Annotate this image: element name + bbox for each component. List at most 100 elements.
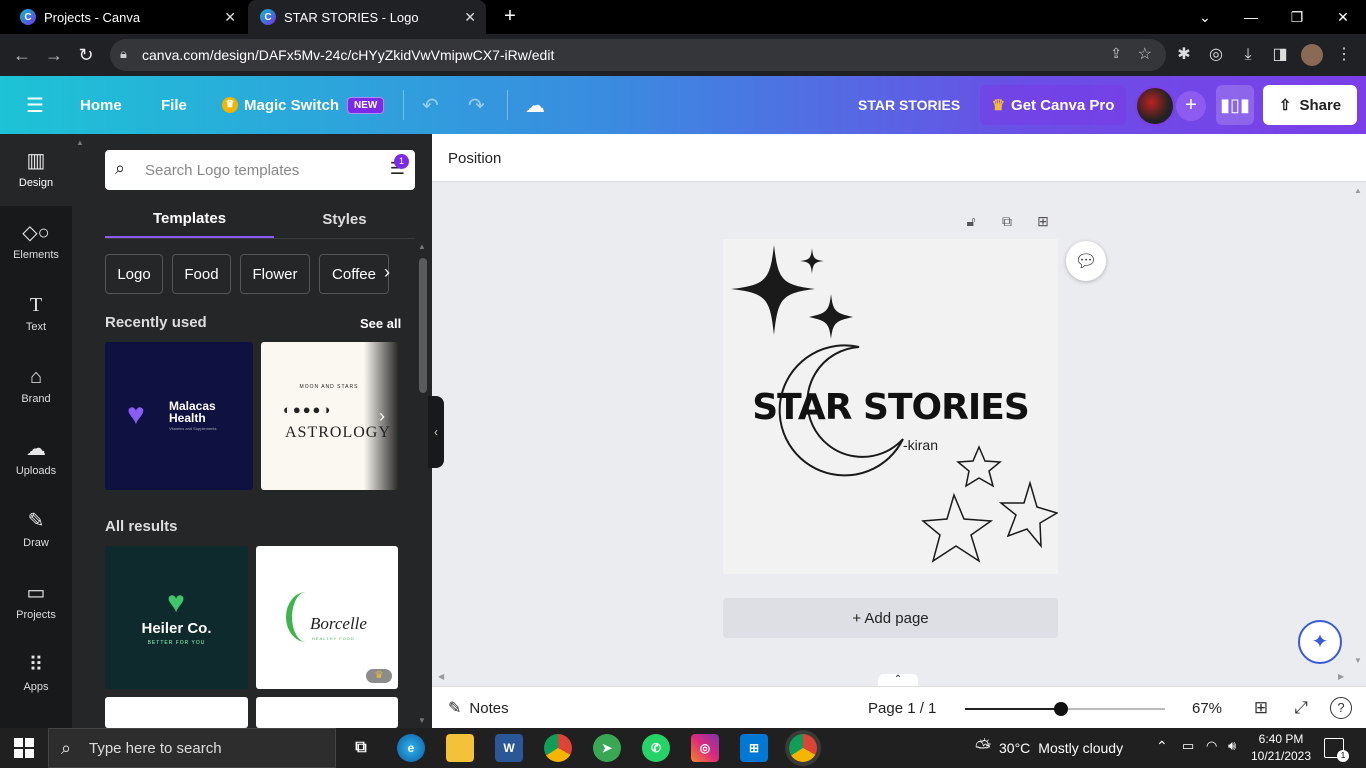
scroll-up-icon[interactable]: ▲ — [76, 138, 84, 147]
sidebar-item-apps[interactable]: ⠿ Apps — [0, 638, 72, 710]
sidebar-item-text[interactable]: T Text — [0, 278, 72, 350]
taskbar-search-input[interactable]: ⌕ Type here to search — [48, 728, 336, 768]
sidebar-item-design[interactable]: ▥ Design — [0, 134, 72, 206]
cloud-saved-icon[interactable]: ☁ — [525, 76, 545, 134]
scroll-up-icon[interactable]: ▲ — [418, 242, 426, 251]
weather-widget[interactable]: ⛅︎ 30°C Mostly cloudy — [975, 728, 1123, 768]
add-comment-icon[interactable]: 💬︎ — [1066, 241, 1106, 281]
chip-logo[interactable]: Logo — [105, 254, 163, 294]
design-title[interactable]: STAR STORIES — [858, 76, 960, 134]
extensions-icon[interactable]: ✱ — [1173, 44, 1195, 66]
close-window-button[interactable]: ✕ — [1320, 0, 1366, 34]
template-result-heiler-co[interactable]: ♥ Heiler Co. BETTER FOR YOU — [105, 546, 248, 689]
whatsapp-icon[interactable]: ✆ — [642, 734, 670, 762]
large-sparkle-icon[interactable] — [731, 245, 815, 335]
sidebar-item-uploads[interactable]: ☁ Uploads — [0, 422, 72, 494]
template-result[interactable] — [256, 697, 398, 728]
zoom-slider[interactable] — [965, 702, 1165, 716]
side-panel-icon[interactable]: ◨ — [1269, 44, 1291, 66]
carousel-next-arrow-icon[interactable]: › — [379, 406, 385, 427]
template-result[interactable] — [105, 697, 248, 728]
outline-star-icon[interactable] — [956, 445, 1002, 488]
invite-plus-button[interactable]: + — [1176, 91, 1206, 121]
undo-icon[interactable]: ↶ — [422, 76, 439, 134]
instagram-icon[interactable]: ◎ — [691, 734, 719, 762]
add-page-icon[interactable]: ⊞ — [1032, 210, 1054, 232]
scroll-down-icon[interactable]: ▼ — [418, 716, 426, 725]
extension-icon[interactable]: ◎ — [1205, 44, 1227, 66]
battery-icon[interactable]: ▭ — [1182, 738, 1194, 754]
chrome-icon[interactable] — [544, 734, 572, 762]
show-pages-chevron-up-icon[interactable]: ⌃ — [878, 674, 918, 686]
taskbar-clock[interactable]: 6:40 PM 10/21/2023 — [1244, 731, 1318, 765]
tab-templates[interactable]: Templates — [105, 200, 274, 238]
telegram-icon[interactable]: ➤ — [593, 734, 621, 762]
see-all-link[interactable]: See all — [360, 316, 401, 331]
back-button[interactable]: ← — [10, 44, 34, 68]
canvas-subtitle-text[interactable]: -kiran — [903, 437, 938, 453]
task-view-icon[interactable]: ⧉ — [347, 734, 375, 762]
sidebar-item-draw[interactable]: ✎ Draw — [0, 494, 72, 566]
notifications-icon[interactable]: 1 — [1324, 738, 1349, 762]
url-input[interactable]: 🔒︎ canva.com/design/DAFx5Mv-24c/cHYyZkid… — [110, 39, 1166, 71]
analytics-bar-chart-icon[interactable]: ▮▯▮ — [1216, 85, 1254, 125]
user-avatar[interactable] — [1135, 86, 1175, 126]
sidebar-item-elements[interactable]: ◇○ Elements — [0, 206, 72, 278]
recent-template-malacas-health[interactable]: ♥ Malacas Health Vitamins and Supplement… — [105, 342, 253, 490]
profile-avatar[interactable] — [1301, 44, 1323, 66]
get-canva-pro-button[interactable]: ♛ Get Canva Pro — [980, 85, 1126, 125]
panel-left-scrollbar[interactable]: ▲ — [76, 138, 84, 728]
close-tab-icon[interactable]: ✕ — [464, 9, 476, 26]
word-icon[interactable]: W — [495, 734, 523, 762]
outline-star-icon[interactable] — [998, 480, 1058, 549]
maximize-button[interactable]: ❐ — [1274, 0, 1320, 34]
panel-scrollbar[interactable]: ▲ ▼ — [417, 242, 427, 725]
file-menu-button[interactable]: File — [161, 76, 187, 134]
zoom-slider-handle[interactable] — [1054, 702, 1068, 716]
magic-switch-button[interactable]: ♛ Magic Switch NEW — [222, 76, 385, 134]
download-icon[interactable]: ⤓ — [1237, 44, 1259, 66]
design-canvas-page[interactable]: STAR STORIES -kiran — [723, 239, 1058, 574]
recent-template-astrology[interactable]: MOON AND STARS ◐●●●◑ ASTROLOGY › — [261, 342, 398, 490]
position-button[interactable]: Position — [448, 134, 501, 182]
small-sparkle-icon[interactable] — [800, 248, 824, 274]
zoom-level-button[interactable]: 67% — [1192, 687, 1222, 729]
tab-styles[interactable]: Styles — [274, 200, 415, 238]
outline-star-icon[interactable] — [921, 492, 994, 563]
canvas-title-text[interactable]: STAR STORIES — [723, 387, 1058, 428]
bookmark-star-icon[interactable]: ☆ — [1138, 44, 1152, 64]
help-icon[interactable]: ? — [1330, 697, 1352, 719]
share-page-icon[interactable]: ⇪ — [1110, 45, 1122, 62]
medium-sparkle-icon[interactable] — [809, 294, 853, 339]
chip-flower[interactable]: Flower — [240, 254, 310, 294]
notes-button[interactable]: ✎ Notes — [448, 687, 509, 729]
grid-view-icon[interactable]: ⊞ — [1250, 697, 1272, 719]
duplicate-page-icon[interactable]: ⧉ — [996, 210, 1018, 232]
tray-chevron-up-icon[interactable]: ⌃ — [1156, 738, 1168, 755]
redo-icon[interactable]: ↷ — [468, 76, 485, 134]
home-button[interactable]: Home — [80, 76, 122, 134]
scroll-left-icon[interactable]: ◀ — [438, 672, 444, 681]
chip-coffee[interactable]: Coffee — [319, 254, 389, 294]
scroll-right-icon[interactable]: ▶ — [1338, 672, 1344, 681]
lock-page-icon[interactable]: 🔓︎ — [960, 210, 982, 232]
minimize-button[interactable]: — — [1228, 0, 1274, 34]
search-input[interactable]: ⌕ Search Logo templates ☰ 1 — [105, 150, 415, 190]
chip-food[interactable]: Food — [172, 254, 231, 294]
forward-button[interactable]: → — [42, 44, 66, 68]
close-tab-icon[interactable]: ✕ — [224, 9, 236, 26]
microsoft-store-icon[interactable]: ⊞ — [740, 734, 768, 762]
sidebar-item-brand[interactable]: ⌂ Brand — [0, 350, 72, 422]
chrome-active-icon[interactable] — [789, 734, 817, 762]
new-tab-button[interactable]: + — [498, 4, 522, 28]
collapse-panel-button[interactable]: ‹ — [428, 396, 444, 468]
share-button[interactable]: ⇧ Share — [1263, 85, 1357, 125]
magic-sparkle-assistant-icon[interactable]: ✦ — [1298, 620, 1342, 664]
chips-next-arrow-icon[interactable]: › — [384, 262, 390, 283]
file-explorer-icon[interactable] — [446, 734, 474, 762]
page-indicator[interactable]: Page 1 / 1 — [868, 687, 936, 729]
panel-scrollbar-thumb[interactable] — [419, 258, 427, 393]
tab-search-chevron-icon[interactable]: ⌄ — [1182, 0, 1228, 34]
browser-tab-projects[interactable]: C Projects - Canva ✕ — [8, 0, 246, 34]
edge-browser-icon[interactable]: e — [397, 734, 425, 762]
